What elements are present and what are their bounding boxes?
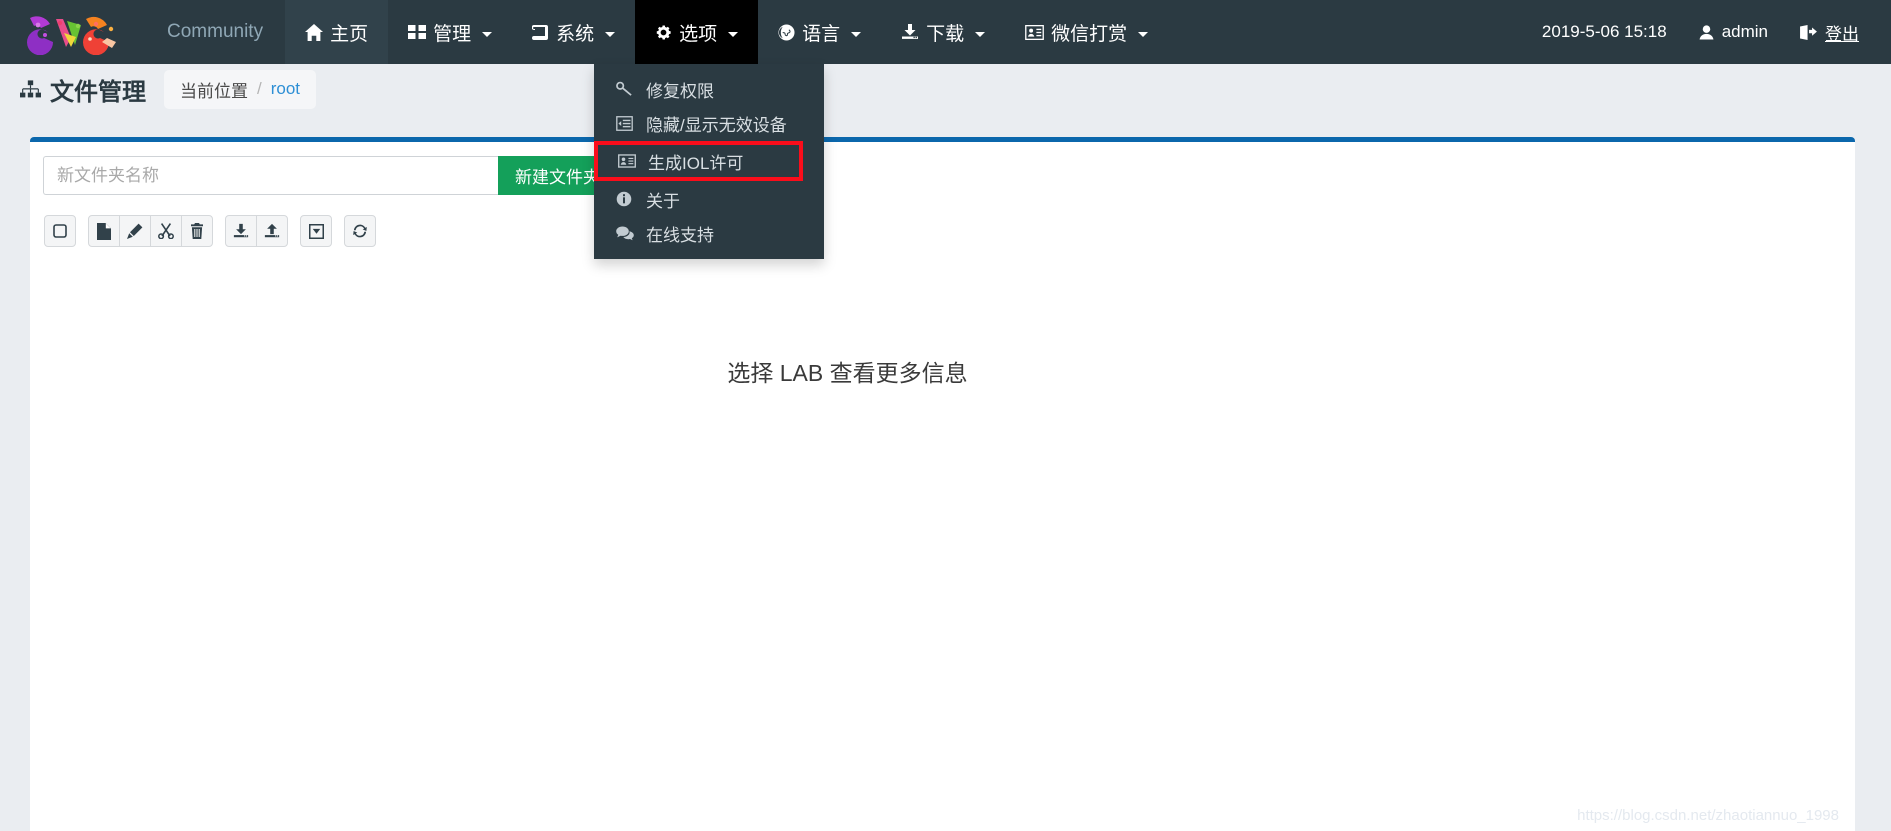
wrench-key-icon (616, 81, 642, 97)
top-navbar: Community 主页 管理 系统 选项 语言 下载 微信打赏 2019-5-… (0, 0, 1891, 64)
file-manager-panel: 新建文件夹 (30, 137, 1855, 831)
nav-item-home-label: 主页 (330, 23, 369, 45)
toolbar-group-edit (88, 215, 213, 247)
nav-item-download[interactable]: 下载 (881, 0, 1005, 64)
upload-icon (264, 223, 280, 239)
new-file-button[interactable] (88, 215, 120, 247)
chevron-down-icon (728, 31, 739, 37)
toolbar-group-select (44, 215, 76, 247)
download-icon (233, 223, 249, 239)
eve-logo[interactable] (0, 0, 145, 64)
navbar-user-label: admin (1721, 22, 1768, 41)
chevron-down-icon (851, 31, 862, 37)
nav-item-management-label: 管理 (433, 23, 472, 45)
chevron-down-icon (975, 31, 986, 37)
nav-item-language[interactable]: 语言 (758, 0, 881, 64)
select-all-checkbox[interactable] (44, 215, 76, 247)
menu-item-toggle-invalid-devices-label: 隐藏/显示无效设备 (646, 115, 787, 135)
upload-button[interactable] (256, 215, 288, 247)
page-title-label: 文件管理 (50, 78, 146, 106)
menu-item-fix-permissions[interactable]: 修复权限 (594, 72, 824, 106)
book-icon (532, 24, 549, 40)
logout-icon (1800, 24, 1817, 40)
chevron-down-icon (605, 31, 616, 37)
globe-icon (778, 23, 795, 41)
menu-item-toggle-invalid-devices[interactable]: 隐藏/显示无效设备 (594, 106, 824, 140)
refresh-icon (352, 223, 368, 239)
download-button[interactable] (225, 215, 257, 247)
options-dropdown-menu: 修复权限 隐藏/显示无效设备 生成IOL许可 关于 在线支持 (594, 64, 824, 259)
nav-item-wechat-reward[interactable]: 微信打赏 (1005, 0, 1168, 64)
pencil-icon (127, 223, 143, 239)
nav-item-management[interactable]: 管理 (388, 0, 512, 64)
contact-card-icon (1025, 24, 1045, 40)
breadcrumb-label: 当前位置 (180, 81, 248, 101)
nav-item-language-label: 语言 (802, 23, 841, 45)
navbar-user[interactable]: admin (1681, 22, 1786, 42)
cut-button[interactable] (150, 215, 182, 247)
menu-item-about-label: 关于 (646, 191, 680, 211)
toolbar-group-archive (300, 215, 332, 247)
info-icon (616, 191, 642, 207)
chevron-down-icon (482, 31, 493, 37)
page-title: 文件管理 (20, 72, 146, 107)
menu-item-fix-permissions-label: 修复权限 (646, 81, 714, 101)
menu-item-online-support[interactable]: 在线支持 (594, 216, 824, 250)
trash-icon (190, 223, 204, 239)
chevron-down-icon (1138, 31, 1149, 37)
nav-item-system[interactable]: 系统 (512, 0, 635, 64)
nav-item-wechat-reward-label: 微信打赏 (1051, 23, 1128, 45)
gear-icon (655, 24, 672, 41)
download-icon (901, 24, 919, 40)
nav-item-home[interactable]: 主页 (285, 0, 389, 64)
file-icon (97, 222, 111, 240)
nav-item-options-label: 选项 (679, 23, 718, 45)
nav-item-community[interactable]: Community (145, 0, 285, 64)
empty-state-hint: 选择 LAB 查看更多信息 (727, 360, 968, 386)
navbar-right-group: 2019-5-06 15:18 admin 登出 (1528, 0, 1891, 64)
refresh-button[interactable] (344, 215, 376, 247)
toolbar-group-transfer (225, 215, 288, 247)
menu-item-generate-iol-license[interactable]: 生成IOL许可 (594, 141, 803, 181)
breadcrumb: 当前位置 / root (164, 69, 317, 109)
rename-button[interactable] (119, 215, 151, 247)
home-icon (305, 23, 324, 41)
navbar-datetime: 2019-5-06 15:18 (1541, 22, 1667, 41)
menu-item-generate-iol-license-label: 生成IOL许可 (648, 153, 744, 173)
sitemap-icon (20, 80, 41, 98)
nav-item-system-label: 系统 (556, 23, 595, 45)
user-icon (1699, 24, 1714, 40)
comment-icon (616, 226, 642, 241)
grid-icon (408, 25, 427, 39)
menu-item-about[interactable]: 关于 (594, 182, 824, 216)
new-folder-name-input[interactable] (43, 156, 498, 195)
breadcrumb-separator: / (257, 79, 262, 98)
toolbar-group-refresh (344, 215, 376, 247)
logout-label: 登出 (1825, 24, 1859, 44)
archive-icon (308, 223, 324, 239)
id-card-icon (618, 154, 644, 168)
list-icon (616, 115, 642, 131)
nav-item-download-label: 下载 (926, 23, 965, 45)
new-folder-row: 新建文件夹 (43, 156, 617, 195)
page-subheader: 文件管理 当前位置 / root (0, 64, 1891, 114)
logout-button[interactable]: 登出 (1786, 20, 1875, 45)
scissors-icon (158, 223, 174, 239)
square-icon (53, 224, 67, 238)
navbar-spacer (1168, 0, 1528, 64)
archive-button[interactable] (300, 215, 332, 247)
nav-item-community-label: Community (167, 21, 264, 42)
menu-item-online-support-label: 在线支持 (646, 225, 714, 245)
watermark-text: https://blog.csdn.net/zhaotiannuo_1998 (1577, 807, 1839, 824)
delete-button[interactable] (181, 215, 213, 247)
nav-item-options[interactable]: 选项 (635, 0, 759, 64)
file-toolbar (44, 215, 376, 247)
breadcrumb-item-root[interactable]: root (271, 79, 300, 99)
